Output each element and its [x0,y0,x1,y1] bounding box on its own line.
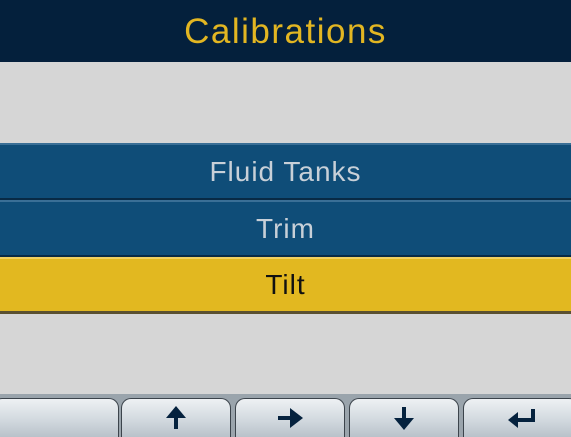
menu-item-label: Tilt [265,269,306,300]
softkey-right[interactable] [235,398,345,437]
page-title: Calibrations [184,11,387,51]
softkey-up[interactable] [121,398,231,437]
arrow-up-icon [163,405,189,431]
calibration-menu: Fluid Tanks Trim Tilt [0,143,571,314]
softkey-enter[interactable] [463,398,571,437]
title-bar: Calibrations [0,0,571,62]
arrow-down-icon [391,405,417,431]
menu-item-label: Fluid Tanks [209,155,362,187]
lower-empty-area [0,316,571,394]
upper-empty-area [0,62,571,143]
softkey-down[interactable] [349,398,459,437]
menu-item-trim[interactable]: Trim [0,200,571,257]
menu-item-label: Trim [256,212,315,244]
softkey-bar [0,394,571,437]
arrow-right-icon [276,406,304,430]
softkey-blank[interactable] [0,398,119,437]
return-arrow-icon [506,406,536,430]
menu-item-fluid-tanks[interactable]: Fluid Tanks [0,143,571,200]
menu-item-tilt[interactable]: Tilt [0,257,571,314]
